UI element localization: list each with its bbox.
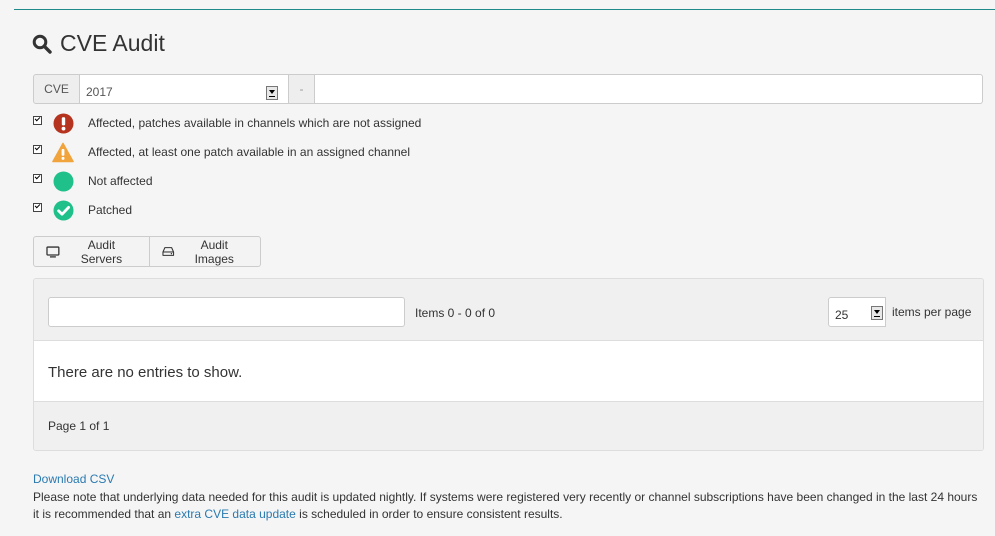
patched-check-icon — [52, 199, 74, 221]
filter-not-affected[interactable]: Not affected — [33, 169, 153, 193]
download-csv-link[interactable]: Download CSV — [33, 472, 114, 486]
filter-label: Not affected — [88, 174, 153, 188]
filter-label: Patched — [88, 203, 133, 217]
audit-servers-label: Audit Servers — [80, 237, 123, 266]
cve-identifier-row: CVE 2017 - — [33, 74, 983, 104]
filter-affected-unassigned-checkbox[interactable] — [33, 115, 42, 125]
filter-patched-checkbox[interactable] — [33, 202, 42, 212]
cve-number-input[interactable] — [315, 74, 983, 104]
filter-affected-assigned-checkbox[interactable] — [33, 144, 42, 154]
disk-image-icon — [162, 247, 175, 256]
chevron-down-icon[interactable] — [871, 306, 883, 320]
cve-year-select[interactable]: 2017 — [80, 74, 284, 104]
critical-exclamation-icon — [52, 112, 74, 134]
filter-label: Affected, patches available in channels … — [88, 116, 422, 130]
header-rule — [14, 9, 995, 10]
filter-patched[interactable]: Patched — [33, 198, 132, 222]
audit-button-group: Audit Servers Audit Images — [33, 236, 261, 267]
data-update-note: Please note that underlying data needed … — [33, 489, 978, 523]
monitor-icon — [46, 245, 60, 258]
search-icon — [32, 34, 52, 54]
filter-affected-assigned[interactable]: Affected, at least one patch available i… — [33, 140, 410, 164]
filter-not-affected-checkbox[interactable] — [33, 173, 42, 183]
empty-state-message: There are no entries to show. — [34, 341, 983, 402]
audit-images-label: Audit Images — [194, 237, 234, 266]
results-panel: Items 0 - 0 of 0 25 items per page There… — [33, 278, 984, 451]
items-per-page-select[interactable]: 25 — [828, 297, 886, 327]
page-title: CVE Audit — [32, 30, 165, 57]
audit-servers-button[interactable]: Audit Servers — [33, 236, 150, 267]
items-per-page-value: 25 — [835, 308, 849, 322]
filter-label: Affected, at least one patch available i… — [88, 145, 411, 159]
cve-separator: - — [288, 74, 315, 104]
not-affected-dot-icon — [52, 170, 74, 192]
audit-images-button[interactable]: Audit Images — [150, 236, 261, 267]
table-filter-input[interactable] — [48, 297, 405, 327]
pagination-info: Page 1 of 1 — [34, 402, 983, 450]
extra-cve-update-link[interactable]: extra CVE data update — [174, 507, 295, 521]
cve-prefix-label: CVE — [33, 74, 80, 104]
cve-year-value: 2017 — [86, 85, 113, 99]
items-per-page-label: items per page — [892, 305, 972, 319]
chevron-down-icon[interactable] — [266, 86, 278, 100]
results-panel-header: Items 0 - 0 of 0 25 items per page — [34, 279, 983, 341]
warning-triangle-icon — [52, 141, 74, 163]
page-title-text: CVE Audit — [60, 30, 165, 56]
items-count: Items 0 - 0 of 0 — [415, 306, 496, 320]
filter-affected-unassigned[interactable]: Affected, patches available in channels … — [33, 111, 421, 135]
note-text-end: is scheduled in order to ensure consiste… — [295, 507, 563, 521]
